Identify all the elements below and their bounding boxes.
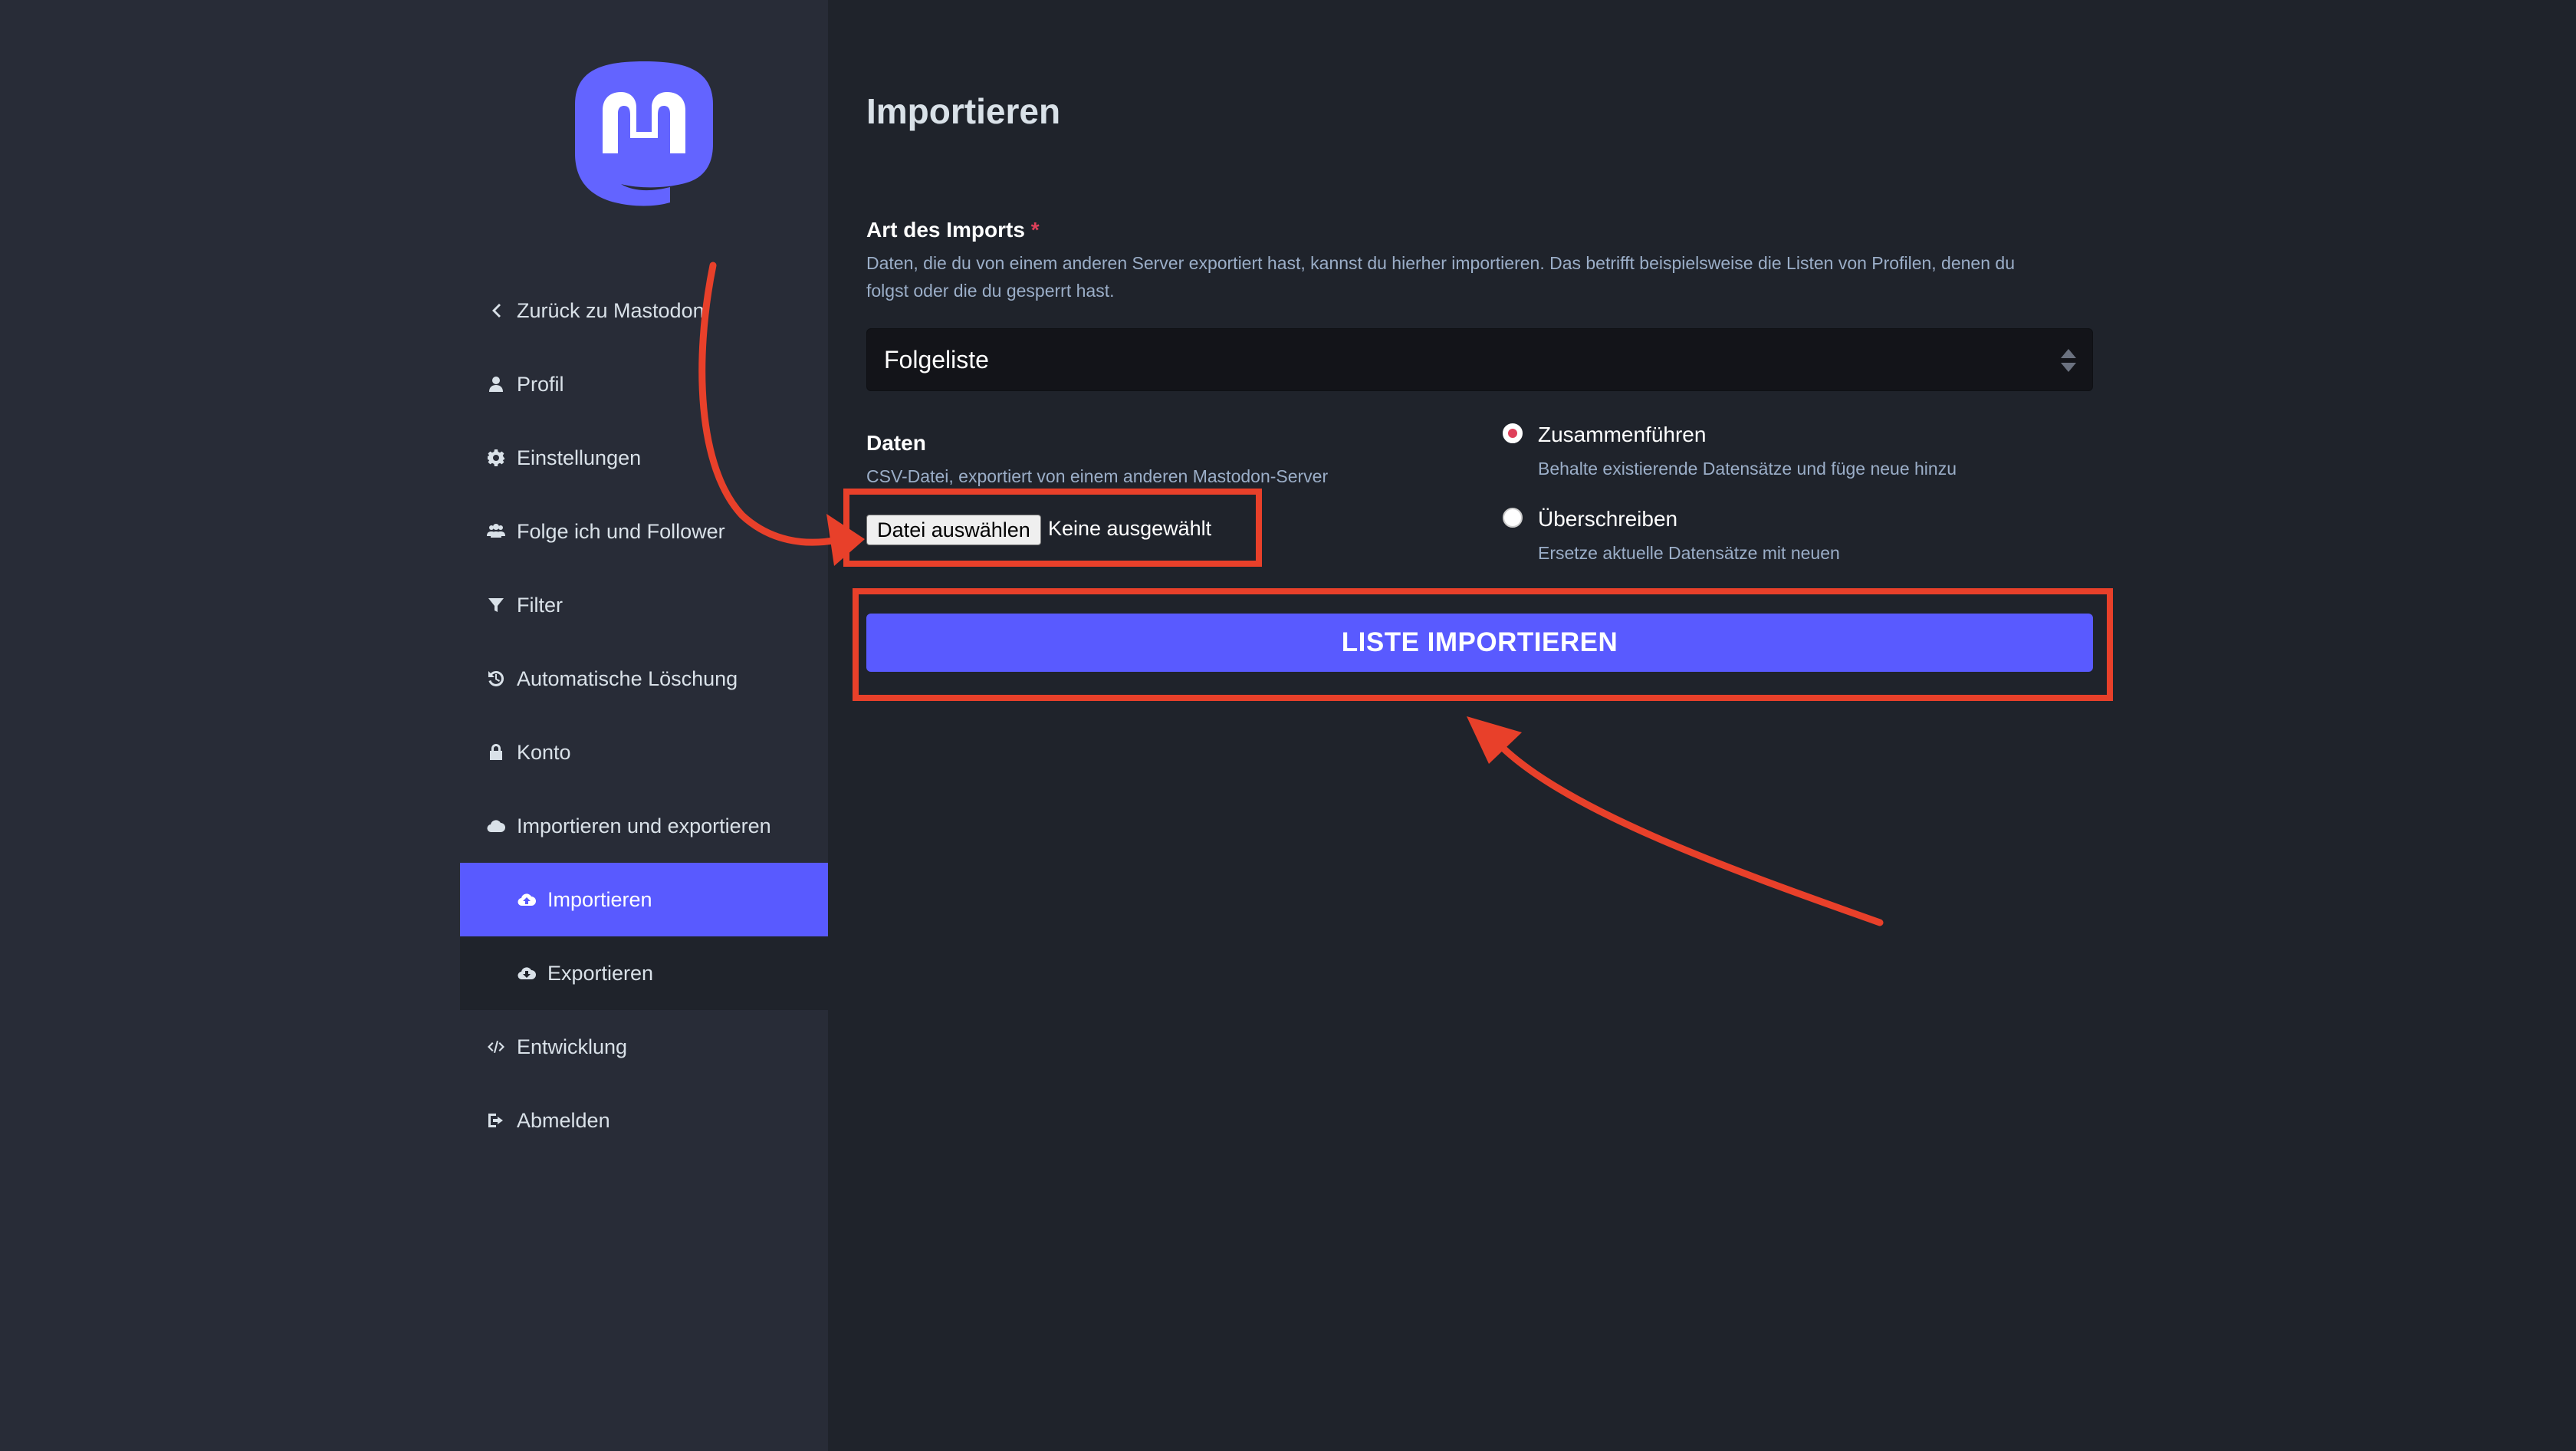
overwrite-radio-label[interactable]: Überschreiben [1538, 507, 1677, 531]
select-arrows-icon [2061, 349, 2076, 372]
sidebar-item-profile[interactable]: Profil [460, 347, 828, 421]
sidebar-item-logout[interactable]: Abmelden [460, 1084, 828, 1157]
import-type-label-text: Art des Imports [866, 218, 1025, 242]
cloud-download-icon [517, 963, 537, 983]
sidebar-item-import[interactable]: Importieren [460, 863, 828, 936]
cloud-icon [486, 816, 506, 836]
sidebar-item-label: Konto [517, 740, 571, 764]
sidebar-item-follows[interactable]: Folge ich und Follower [460, 495, 828, 568]
page-title: Importieren [866, 91, 1061, 131]
import-type-selected-value: Folgeliste [884, 345, 989, 373]
cloud-upload-icon [517, 890, 537, 910]
filter-icon [486, 595, 506, 615]
sign-out-icon [486, 1110, 506, 1130]
data-hint: CSV-Datei, exportiert von einem anderen … [866, 466, 1329, 486]
sidebar-item-label: Entwicklung [517, 1035, 628, 1058]
sidebar-subnav: Importieren Exportieren [460, 863, 828, 1010]
sidebar-item-account[interactable]: Konto [460, 716, 828, 789]
sidebar-item-filters[interactable]: Filter [460, 568, 828, 642]
sidebar-item-label: Abmelden [517, 1108, 610, 1132]
sidebar-item-export[interactable]: Exportieren [460, 936, 828, 1010]
sidebar-item-label: Importieren [547, 887, 652, 911]
file-status: Keine ausgewählt [1048, 517, 1212, 540]
sidebar-item-label: Filter [517, 593, 563, 617]
data-label: Daten [866, 431, 926, 455]
code-icon [486, 1037, 506, 1057]
import-type-select[interactable]: Folgeliste [866, 328, 2093, 391]
import-type-hint: Daten, die du von einem anderen Server e… [866, 249, 2108, 304]
choose-file-button[interactable]: Datei auswählen [866, 515, 1041, 545]
overwrite-radio[interactable] [1503, 508, 1523, 528]
main-content [828, 0, 2576, 1451]
import-type-label: Art des Imports * [866, 218, 1040, 242]
merge-radio-label[interactable]: Zusammenführen [1538, 423, 1706, 447]
merge-radio-hint: Behalte existierende Datensätze und füge… [1538, 459, 1957, 479]
sidebar-item-import-export[interactable]: Importieren und exportieren [460, 789, 828, 863]
page: Zurück zu Mastodon Profil Einstellungen … [0, 0, 2576, 1451]
sidebar-item-label: Automatische Löschung [517, 666, 738, 690]
lock-icon [486, 742, 506, 762]
import-type-hint-line1: Daten, die du von einem anderen Server e… [866, 253, 2015, 273]
sidebar-item-label: Exportieren [547, 961, 654, 985]
sidebar-item-development[interactable]: Entwicklung [460, 1010, 828, 1084]
sidebar-nav: Zurück zu Mastodon Profil Einstellungen … [460, 274, 828, 1157]
sidebar-item-auto-delete[interactable]: Automatische Löschung [460, 642, 828, 716]
mastodon-logo-icon[interactable] [569, 58, 719, 219]
overwrite-radio-hint: Ersetze aktuelle Datensätze mit neuen [1538, 543, 1840, 563]
sidebar-item-settings[interactable]: Einstellungen [460, 421, 828, 495]
sidebar-item-back[interactable]: Zurück zu Mastodon [460, 274, 828, 347]
required-marker: * [1030, 218, 1040, 242]
sidebar-item-label: Folge ich und Follower [517, 519, 725, 543]
history-icon [486, 669, 506, 689]
sidebar-item-label: Einstellungen [517, 446, 642, 469]
chevron-left-icon [486, 301, 506, 321]
sidebar-item-label: Zurück zu Mastodon [517, 298, 705, 322]
sidebar-item-label: Importieren und exportieren [517, 814, 771, 837]
users-icon [486, 522, 506, 541]
import-list-button[interactable]: LISTE IMPORTIEREN [866, 614, 2093, 672]
sidebar-item-label: Profil [517, 372, 564, 396]
user-icon [486, 374, 506, 394]
import-type-hint-line2: folgst oder die du gesperrt hast. [866, 281, 1115, 301]
merge-radio[interactable] [1503, 423, 1523, 443]
gear-icon [486, 448, 506, 468]
